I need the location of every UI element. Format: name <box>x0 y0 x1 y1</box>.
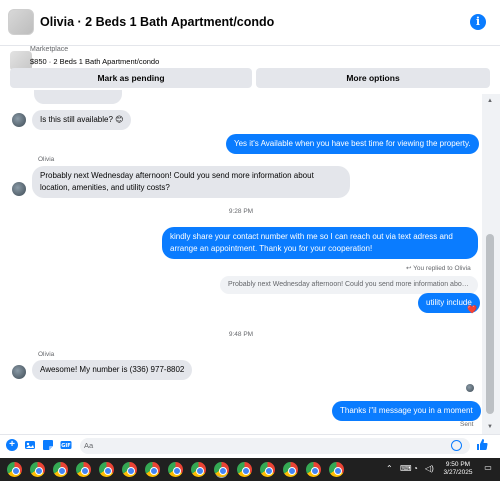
photo-icon[interactable] <box>24 439 36 451</box>
gif-icon[interactable]: GIF <box>60 439 72 451</box>
chrome-icon[interactable] <box>76 462 91 477</box>
chrome-icon[interactable] <box>168 462 183 477</box>
sent-status: Sent <box>460 421 474 428</box>
message-bubble-incoming[interactable]: Is this still available? 😊 <box>32 110 132 130</box>
chrome-icon[interactable] <box>329 462 344 477</box>
windows-taskbar: ⌃ ⌨ ◔ ◁) 9:50 PM 3/27/2025 ▭ <box>0 458 500 481</box>
message-bubble-incoming[interactable]: Probably next Wednesday afternoon! Could… <box>32 166 350 198</box>
listing-price-title[interactable]: $850 · 2 Beds 1 Bath Apartment/condo <box>30 57 159 66</box>
emoji-icon[interactable] <box>451 440 462 451</box>
message-bubble-partial <box>34 90 122 104</box>
sticker-icon[interactable] <box>42 439 54 451</box>
heart-reaction-icon[interactable]: ❤️ <box>467 305 477 314</box>
chrome-icon[interactable] <box>306 462 321 477</box>
system-clock[interactable]: 9:50 PM 3/27/2025 <box>440 461 476 477</box>
message-bubble-incoming[interactable]: Awesome! My number is (336) 977-8802 <box>32 360 193 380</box>
message-bubble-outgoing[interactable]: Thanks i"il message you in a moment <box>332 401 481 421</box>
info-icon[interactable]: i <box>470 14 486 30</box>
scrollbar[interactable]: ▲ ▼ <box>482 94 500 434</box>
chat-header: Olivia · 2 Beds 1 Bath Apartment/condo i <box>0 0 500 46</box>
chrome-icon[interactable] <box>7 462 22 477</box>
scrollbar-thumb[interactable] <box>486 234 494 414</box>
clock-date: 3/27/2025 <box>443 469 473 476</box>
volume-icon[interactable]: ◁) <box>425 464 434 473</box>
avatar[interactable] <box>12 365 26 379</box>
more-options-button[interactable]: More options <box>256 68 490 88</box>
clock-time: 9:50 PM <box>445 461 471 468</box>
notification-icon[interactable]: ▭ <box>482 463 494 475</box>
listing-source: Marketplace <box>30 46 69 53</box>
chrome-icon[interactable] <box>30 462 45 477</box>
avatar[interactable] <box>12 182 26 196</box>
timestamp: 9:48 PM <box>228 331 254 338</box>
chrome-icon[interactable] <box>53 462 68 477</box>
seen-avatar <box>466 384 474 392</box>
avatar[interactable] <box>12 113 26 127</box>
chrome-icon[interactable] <box>145 462 160 477</box>
chrome-icon[interactable] <box>214 462 229 477</box>
keyboard-icon[interactable]: ⌨ <box>400 464 412 473</box>
plus-icon[interactable]: + <box>6 439 18 451</box>
message-bubble-outgoing[interactable]: Yes it's Available when you have best ti… <box>226 134 479 154</box>
quoted-message[interactable]: Probably next Wednesday afternoon! Could… <box>220 276 478 294</box>
wifi-icon[interactable]: ◔ <box>413 464 418 473</box>
chrome-icon[interactable] <box>283 462 298 477</box>
sender-name: Olivia <box>38 351 55 358</box>
scroll-up-icon[interactable]: ▲ <box>487 98 493 104</box>
listing-thumbnail[interactable] <box>8 9 34 35</box>
thumbs-up-icon[interactable] <box>476 438 488 454</box>
chrome-icon[interactable] <box>260 462 275 477</box>
chrome-icon[interactable] <box>122 462 137 477</box>
chrome-icon[interactable] <box>99 462 114 477</box>
timestamp: 9:28 PM <box>228 208 254 215</box>
svg-text:GIF: GIF <box>61 443 70 449</box>
chrome-icon[interactable] <box>237 462 252 477</box>
message-composer: + GIF Aa <box>0 434 500 456</box>
message-thread[interactable]: Is this still available? 😊 Yes it's Avai… <box>0 90 482 434</box>
replied-indicator: ↩ You replied to Olivia <box>406 265 471 272</box>
mark-as-pending-button[interactable]: Mark as pending <box>10 68 252 88</box>
message-bubble-outgoing[interactable]: kindly share your contact number with me… <box>162 227 478 259</box>
chevron-up-icon[interactable]: ⌃ <box>386 464 393 473</box>
sender-name: Olivia <box>38 156 55 163</box>
chrome-icon[interactable] <box>191 462 206 477</box>
chat-title[interactable]: Olivia · 2 Beds 1 Bath Apartment/condo <box>40 15 274 29</box>
scroll-down-icon[interactable]: ▼ <box>487 424 493 430</box>
message-input[interactable]: Aa <box>80 438 470 454</box>
